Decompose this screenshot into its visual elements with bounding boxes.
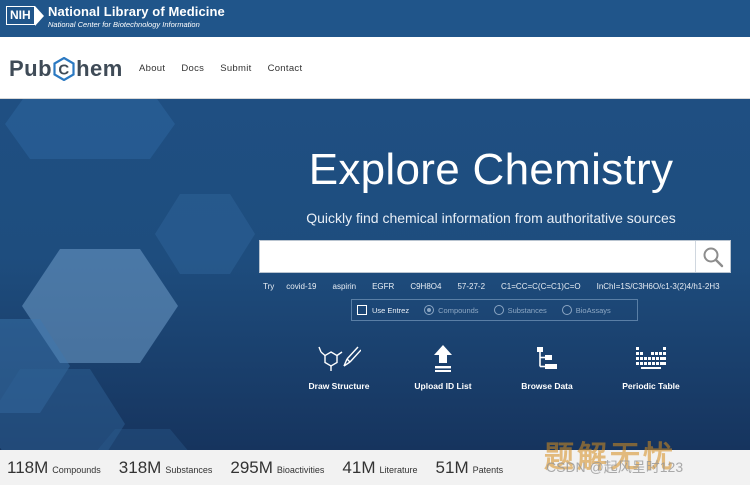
draw-structure-button[interactable]: Draw Structure bbox=[294, 343, 384, 391]
use-entrez-option[interactable]: Use Entrez bbox=[357, 305, 409, 315]
stat-bioactivities[interactable]: 295M Bioactivities bbox=[230, 458, 324, 478]
svg-text:C: C bbox=[58, 62, 69, 79]
quick-actions: Draw Structure Upload ID List Browse Dat… bbox=[300, 343, 690, 403]
stat-substances[interactable]: 318M Substances bbox=[119, 458, 213, 478]
stat-number: 295M bbox=[230, 457, 273, 477]
stat-number: 41M bbox=[342, 457, 376, 477]
hero-section: Explore Chemistry Quickly find chemical … bbox=[0, 99, 750, 450]
nlm-title[interactable]: National Library of Medicine bbox=[48, 4, 225, 19]
periodic-table-icon bbox=[636, 347, 666, 369]
try-example[interactable]: InChI=1S/C3H6O/c1-3(2)4/h1-2H3 bbox=[597, 282, 720, 291]
search-box bbox=[259, 240, 731, 273]
radio-compounds-option[interactable]: Compounds bbox=[424, 305, 479, 315]
nav-contact[interactable]: Contact bbox=[268, 63, 303, 74]
upload-id-list-label: Upload ID List bbox=[414, 381, 472, 391]
logo-text-right: hem bbox=[76, 56, 123, 81]
browse-data-icon bbox=[537, 347, 557, 369]
search-icon bbox=[703, 247, 724, 267]
stat-label: Substances bbox=[165, 464, 213, 475]
radio-bioassays-label: BioAssays bbox=[575, 305, 611, 315]
nav-submit[interactable]: Submit bbox=[220, 63, 251, 74]
stat-compounds[interactable]: 118M Compounds bbox=[7, 458, 101, 478]
logo-text-left: Pub bbox=[9, 56, 53, 81]
nih-logo[interactable]: NIH bbox=[6, 4, 44, 27]
try-label: Try bbox=[263, 282, 275, 291]
stat-number: 318M bbox=[118, 457, 162, 477]
radio-substances-option[interactable]: Substances bbox=[493, 305, 547, 315]
logo-hexagon-icon: C bbox=[53, 56, 75, 82]
stat-label: Patents bbox=[472, 464, 504, 475]
try-example[interactable]: 57-27-2 bbox=[457, 282, 485, 291]
pubchem-logo[interactable]: Pub C hem bbox=[9, 54, 123, 84]
upload-id-list-button[interactable]: Upload ID List bbox=[398, 343, 488, 391]
radio-compounds-label: Compounds bbox=[438, 305, 479, 315]
watermark-text: CSDN @起风呈时123 bbox=[546, 459, 684, 475]
stat-label: Compounds bbox=[52, 464, 101, 475]
stat-number: 118M bbox=[7, 457, 49, 477]
hero-subtitle: Quickly find chemical information from a… bbox=[306, 210, 676, 226]
try-example[interactable]: C9H8O4 bbox=[410, 282, 441, 291]
nav-docs[interactable]: Docs bbox=[181, 63, 204, 74]
radio-bioassays[interactable] bbox=[561, 305, 572, 315]
periodic-table-button[interactable]: Periodic Table bbox=[606, 343, 696, 391]
use-entrez-label: Use Entrez bbox=[372, 305, 410, 315]
stat-label: Bioactivities bbox=[276, 464, 325, 475]
search-button[interactable] bbox=[695, 241, 730, 272]
use-entrez-checkbox[interactable] bbox=[357, 305, 367, 315]
pubchem-header: Pub C hem About Docs Submit Contact bbox=[0, 37, 750, 99]
browse-data-label: Browse Data bbox=[521, 381, 573, 391]
radio-substances[interactable] bbox=[493, 305, 504, 315]
stat-literature[interactable]: 41M Literature bbox=[342, 458, 417, 478]
periodic-table-label: Periodic Table bbox=[622, 381, 680, 391]
try-example[interactable]: C1=CC=C(C=C1)C=O bbox=[501, 282, 581, 291]
browse-data-button[interactable]: Browse Data bbox=[502, 343, 592, 391]
upload-icon bbox=[434, 345, 452, 372]
nih-logo-text: NIH bbox=[6, 6, 35, 25]
search-input[interactable] bbox=[260, 241, 696, 272]
nih-logo-arrow-icon bbox=[34, 5, 44, 26]
try-example[interactable]: covid-19 bbox=[286, 282, 316, 291]
stat-patents[interactable]: 51M Patents bbox=[436, 458, 504, 478]
nav-about[interactable]: About bbox=[139, 63, 165, 74]
main-nav: About Docs Submit Contact bbox=[139, 63, 318, 74]
stat-label: Literature bbox=[379, 464, 418, 475]
nih-banner: NIH National Library of Medicine Nationa… bbox=[0, 0, 750, 37]
radio-substances-label: Substances bbox=[507, 305, 547, 315]
hero-title: Explore Chemistry bbox=[308, 145, 674, 194]
search-options: Use Entrez Compounds Substances BioAssay… bbox=[351, 299, 638, 321]
try-examples: Try covid-19 aspirin EGFR C9H8O4 57-27-2… bbox=[263, 282, 736, 291]
radio-bioassays-option[interactable]: BioAssays bbox=[561, 305, 611, 315]
stat-number: 51M bbox=[435, 457, 469, 477]
try-example[interactable]: aspirin bbox=[333, 282, 357, 291]
try-example[interactable]: EGFR bbox=[372, 282, 394, 291]
radio-compounds[interactable] bbox=[424, 305, 435, 315]
ncbi-subtitle[interactable]: National Center for Biotechnology Inform… bbox=[48, 20, 200, 29]
draw-structure-icon bbox=[318, 346, 361, 371]
draw-structure-label: Draw Structure bbox=[308, 381, 370, 391]
